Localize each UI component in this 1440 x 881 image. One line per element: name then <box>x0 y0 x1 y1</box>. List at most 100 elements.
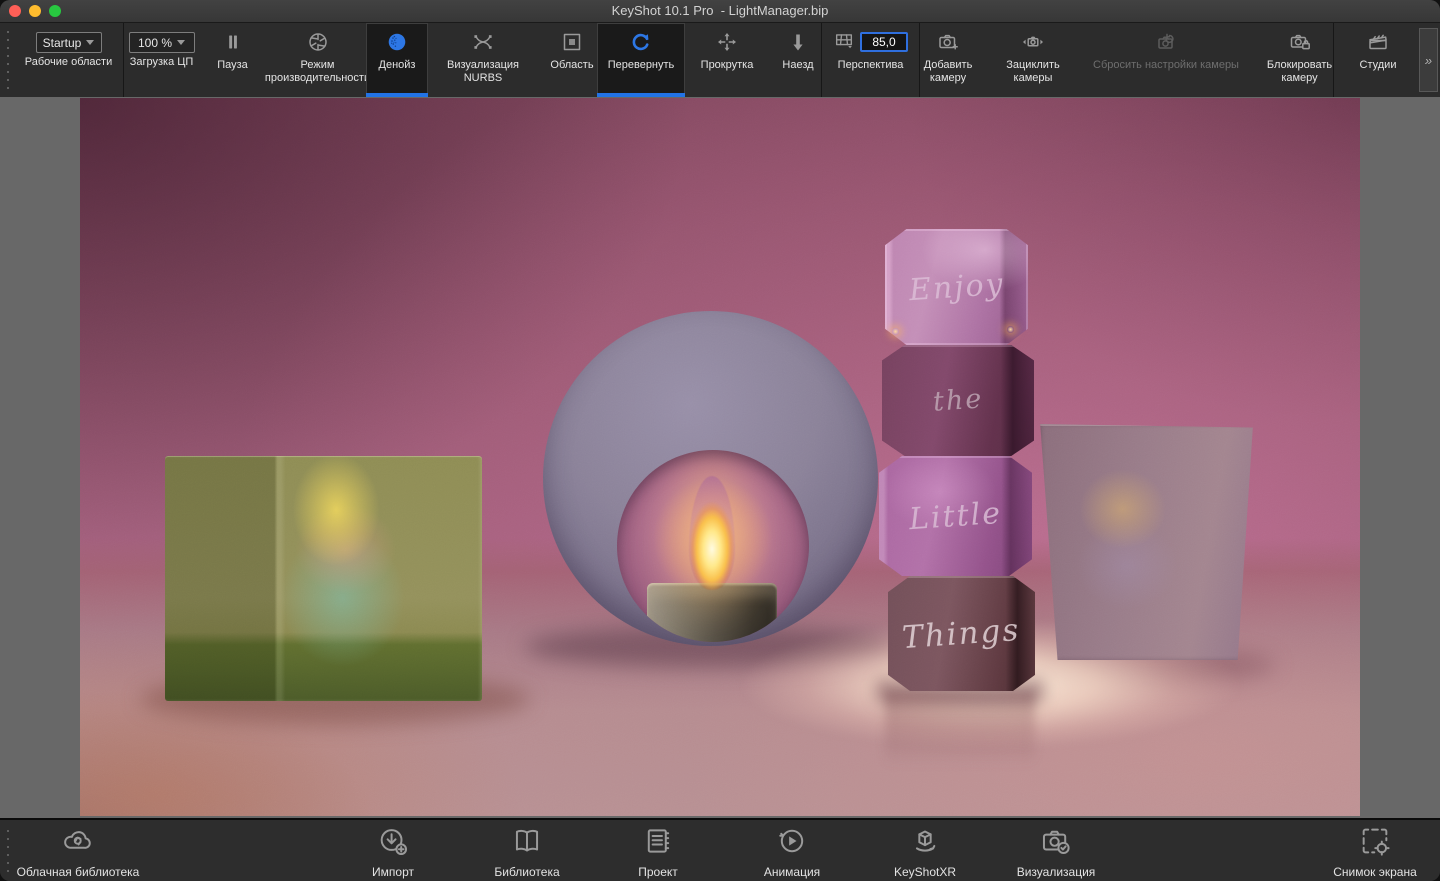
reset-camera-button[interactable]: Сбросить настройки камеры <box>1078 23 1254 97</box>
screenshot-icon <box>1358 824 1392 863</box>
cycle-cameras-label: Зациклить камеры <box>991 59 1075 85</box>
flip-icon <box>629 28 653 56</box>
frosted-cup <box>1038 424 1255 660</box>
workspace-label: Рабочие области <box>25 56 112 69</box>
nurbs-button[interactable]: Визуализация NURBS <box>428 23 538 97</box>
pause-icon <box>221 28 245 56</box>
denoise-icon <box>385 28 409 56</box>
cpu-usage-label: Загрузка ЦП <box>130 56 194 69</box>
keyshot-window: KeyShot 10.1 Pro - LightManager.bip Star… <box>0 0 1440 881</box>
region-button[interactable]: Область <box>538 23 606 97</box>
camera-group: Добавить камеру Зациклить камеры Сбросит… <box>920 23 1334 97</box>
main-toolbar: Startup Рабочие области 100 % Загрузка Ц… <box>0 23 1440 99</box>
lock-camera-label: Блокировать камеру <box>1257 59 1342 85</box>
perspective-control: Перспектива <box>821 23 921 97</box>
green-glass-candle-cube <box>165 456 482 701</box>
perspective-value-input[interactable] <box>860 32 908 52</box>
studios-label: Студии <box>1360 59 1397 72</box>
denoise-button[interactable]: Денойз <box>366 23 428 97</box>
project-label: Проект <box>638 865 678 879</box>
pan-arrows-icon <box>715 28 739 56</box>
flip-button[interactable]: Перевернуть <box>597 23 685 97</box>
render-button[interactable]: Визуализация <box>971 824 1141 879</box>
workspace-dropdown[interactable]: Startup <box>36 32 102 53</box>
render-camera-icon <box>1039 824 1073 863</box>
titlebar: KeyShot 10.1 Pro - LightManager.bip <box>0 0 1440 23</box>
import-icon <box>376 824 410 863</box>
add-camera-label: Добавить камеру <box>911 59 985 85</box>
candle-holder-opening <box>617 450 809 642</box>
studios-clapper-icon <box>1366 28 1390 56</box>
performance-mode-button[interactable]: Режим производительности <box>259 23 377 97</box>
workspace-group: Startup Рабочие области <box>14 23 124 97</box>
animation-label: Анимация <box>764 865 820 879</box>
performance-group: 100 % Загрузка ЦП Пауза Режим производит… <box>124 23 370 97</box>
toolbar-overflow-button[interactable]: » <box>1419 28 1438 92</box>
crystal-cube-little: Little <box>879 456 1032 576</box>
perspective-group: Перспектива <box>822 23 920 97</box>
denoise-label: Денойз <box>379 59 416 72</box>
cube-edge-sparkle <box>1007 326 1014 333</box>
pan-label: Прокрутка <box>701 59 754 72</box>
cube-text-enjoy: Enjoy <box>908 266 1006 308</box>
realtime-render-view[interactable]: Enjoy the Little Things <box>80 98 1360 816</box>
project-icon <box>641 824 675 863</box>
nurbs-label: Визуализация NURBS <box>431 59 535 85</box>
pause-button[interactable]: Пауза <box>207 23 259 97</box>
animation-icon <box>775 824 809 863</box>
pause-label: Пауза <box>217 59 248 72</box>
pan-button[interactable]: Прокрутка <box>685 23 769 97</box>
dropdown-caret-icon <box>86 40 94 45</box>
cloud-library-button[interactable]: Облачная библиотека <box>0 824 163 879</box>
keyshotxr-cube-icon <box>908 824 942 863</box>
dolly-button[interactable]: Наезд <box>769 23 827 97</box>
workspace-dropdown-button[interactable]: Startup Рабочие области <box>13 23 125 97</box>
cube-edge-sparkle <box>892 328 899 335</box>
camera-move-group: Перевернуть Прокрутка Наезд <box>603 23 822 97</box>
render-label: Визуализация <box>1017 865 1096 879</box>
performance-mode-icon <box>306 28 330 56</box>
import-label: Импорт <box>372 865 414 879</box>
window-title: KeyShot 10.1 Pro - LightManager.bip <box>0 0 1440 22</box>
perspective-label: Перспектива <box>838 59 904 72</box>
viewport-pasteboard: Enjoy the Little Things <box>0 97 1440 818</box>
add-camera-icon <box>936 28 960 56</box>
tealight-cup <box>647 583 777 642</box>
add-camera-button[interactable]: Добавить камеру <box>908 23 988 97</box>
workspace-dropdown-value: Startup <box>43 36 82 50</box>
keyshotxr-label: KeyShotXR <box>894 865 956 879</box>
lock-camera-icon <box>1288 28 1312 56</box>
dolly-arrow-icon <box>786 28 810 56</box>
reset-camera-icon <box>1154 28 1178 56</box>
dropdown-caret-icon <box>177 40 185 45</box>
cpu-usage-dropdown-button[interactable]: 100 % Загрузка ЦП <box>117 23 207 97</box>
ribbon-toolbar: Облачная библиотека Импорт Библиотека Пр… <box>0 818 1440 881</box>
render-options-group: Денойз Визуализация NURBS Область <box>370 23 603 97</box>
studios-group: Студии <box>1334 23 1422 97</box>
cube-text-things: Things <box>901 611 1022 655</box>
dolly-label: Наезд <box>782 59 813 72</box>
crystal-cube-the: the <box>882 345 1034 456</box>
screenshot-button[interactable]: Снимок экрана <box>1290 824 1440 879</box>
perspective-grid-icon <box>833 29 855 56</box>
library-book-icon <box>510 824 544 863</box>
region-icon <box>560 28 584 56</box>
cycle-cameras-icon <box>1021 28 1045 56</box>
flip-label: Перевернуть <box>608 59 675 72</box>
cloud-library-icon <box>61 824 95 863</box>
cube-text-little: Little <box>908 495 1003 536</box>
cube-text-the: the <box>932 383 984 417</box>
cycle-cameras-button[interactable]: Зациклить камеры <box>988 23 1078 97</box>
screenshot-label: Снимок экрана <box>1333 865 1417 879</box>
reset-camera-label: Сбросить настройки камеры <box>1093 59 1239 72</box>
cloud-library-label: Облачная библиотека <box>17 865 140 879</box>
library-label: Библиотека <box>494 865 559 879</box>
nurbs-icon <box>471 28 495 56</box>
region-label: Область <box>550 59 593 72</box>
studios-button[interactable]: Студии <box>1333 23 1423 97</box>
cpu-usage-value: 100 % <box>138 36 172 50</box>
cpu-usage-dropdown[interactable]: 100 % <box>129 32 195 53</box>
lock-camera-button[interactable]: Блокировать камеру <box>1254 23 1345 97</box>
performance-mode-label: Режим производительности <box>262 59 374 85</box>
crystal-cube-things: Things <box>888 576 1035 691</box>
